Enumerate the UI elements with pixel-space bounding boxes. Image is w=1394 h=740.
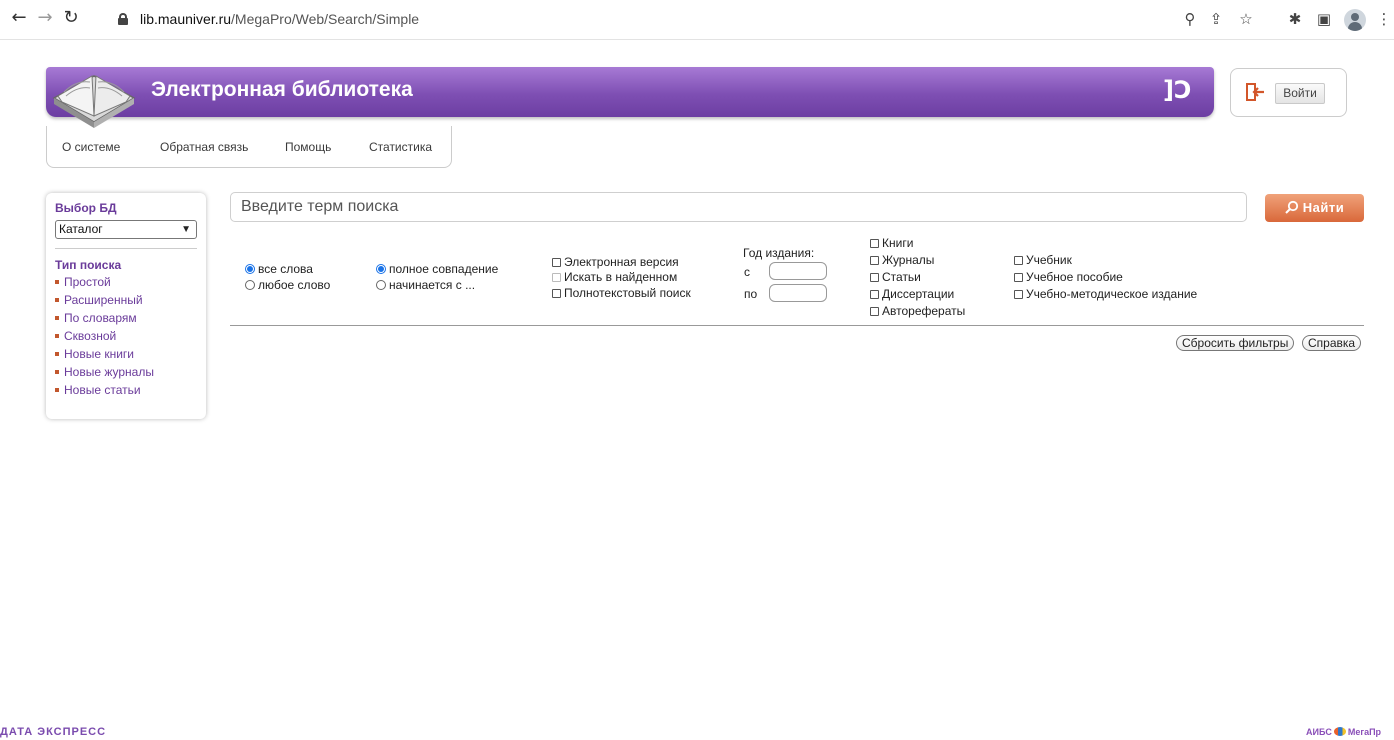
radio-checked-icon (376, 264, 386, 274)
checkbox-icon (870, 239, 879, 248)
checkbox-abstracts[interactable]: Авторефераты (870, 304, 965, 318)
bullet-icon (55, 315, 59, 320)
checkbox-icon (552, 289, 561, 298)
help-button[interactable]: Справка (1302, 335, 1362, 351)
checkbox-icon (1014, 273, 1023, 282)
search-icon (1285, 200, 1298, 214)
year-to-label: по (744, 287, 758, 301)
search-input[interactable]: Введите терм поиска (230, 192, 1247, 222)
checkbox-disabled-icon (552, 273, 561, 282)
bullet-icon (55, 279, 59, 284)
radio-checked-icon (245, 264, 255, 274)
checkbox-textbook[interactable]: Учебник (1014, 253, 1072, 267)
search-button[interactable]: Найти (1265, 194, 1364, 222)
checkbox-books[interactable]: Книги (870, 236, 913, 250)
zoom-icon[interactable]: ⚲ (1180, 10, 1200, 28)
checkbox-icon (870, 290, 879, 299)
bookmark-star-icon[interactable]: ☆ (1236, 10, 1256, 28)
forward-arrow-icon[interactable]: → (36, 9, 54, 27)
profile-avatar[interactable] (1344, 9, 1366, 31)
data-express-logo: ДАТА ЭКСПРЕСС (0, 726, 107, 738)
db-selection-title: Выбор БД (55, 201, 117, 215)
reload-icon[interactable]: ↻ (62, 9, 80, 27)
menu-item-help[interactable]: Помощь (285, 140, 331, 154)
checkbox-fulltext[interactable]: Полнотекстовый поиск (552, 286, 691, 300)
more-menu-icon[interactable]: ⋮ (1374, 10, 1394, 28)
year-from-input[interactable] (769, 262, 827, 280)
lock-icon (118, 13, 128, 25)
checkbox-search-in-found[interactable]: Искать в найденном (552, 270, 677, 284)
year-label: Год издания: (743, 246, 815, 260)
database-select[interactable]: Каталог ▼ (55, 220, 197, 239)
checkbox-methodical-edition[interactable]: Учебно-методическое издание (1014, 287, 1197, 301)
extensions-icon[interactable]: ✱ (1285, 10, 1305, 28)
checkbox-icon (870, 256, 879, 265)
login-door-icon[interactable] (1246, 83, 1266, 101)
checkbox-icon (552, 258, 561, 267)
radio-any-word[interactable]: любое слово (245, 278, 330, 292)
search-type-title: Тип поиска (55, 258, 122, 272)
login-button[interactable]: Войти (1275, 83, 1325, 104)
database-select-value: Каталог (59, 222, 103, 236)
checkbox-study-guide[interactable]: Учебное пособие (1014, 270, 1123, 284)
menu-item-about[interactable]: О системе (62, 140, 120, 154)
brand-logo-icon: ]Ↄ (1163, 76, 1192, 104)
app-title: Электронная библиотека (151, 78, 413, 101)
filters-divider (230, 325, 1364, 326)
url-text[interactable]: lib.mauniver.ru/MegaPro/Web/Search/Simpl… (140, 11, 419, 27)
radio-starts-with[interactable]: начинается с ... (376, 278, 475, 292)
sidebar-link-new-books[interactable]: Новые книги (55, 347, 134, 361)
checkbox-journals[interactable]: Журналы (870, 253, 934, 267)
bullet-icon (55, 333, 59, 338)
radio-all-words[interactable]: все слова (245, 262, 313, 276)
sidebar-link-cross[interactable]: Сквозной (55, 329, 116, 343)
menu-item-feedback[interactable]: Обратная связь (160, 140, 248, 154)
chevron-down-icon: ▼ (181, 224, 191, 235)
megapro-ball-icon (1333, 727, 1346, 736)
bullet-icon (55, 297, 59, 302)
megapro-logo: АИБС МегаПр (1306, 727, 1382, 737)
radio-unchecked-icon (245, 280, 255, 290)
checkbox-icon (1014, 290, 1023, 299)
sidebar-divider (55, 248, 197, 249)
checkbox-dissertations[interactable]: Диссертации (870, 287, 954, 301)
checkbox-icon (870, 307, 879, 316)
checkbox-electronic-version[interactable]: Электронная версия (552, 255, 679, 269)
radio-unchecked-icon (376, 280, 386, 290)
checkbox-articles[interactable]: Статьи (870, 270, 921, 284)
bullet-icon (55, 369, 59, 374)
bullet-icon (55, 351, 59, 356)
back-arrow-icon[interactable]: ← (10, 9, 28, 27)
year-to-input[interactable] (769, 284, 827, 302)
share-icon[interactable]: ⇪ (1206, 10, 1226, 28)
sidebar-link-simple[interactable]: Простой (55, 275, 111, 289)
checkbox-icon (1014, 256, 1023, 265)
checkbox-icon (870, 273, 879, 282)
radio-exact-match[interactable]: полное совпадение (376, 262, 498, 276)
bullet-icon (55, 387, 59, 392)
sidebar-link-dictionaries[interactable]: По словарям (55, 311, 137, 325)
sidebar-link-advanced[interactable]: Расширенный (55, 293, 143, 307)
open-book-logo-icon (52, 75, 136, 128)
sidebar-link-new-articles[interactable]: Новые статьи (55, 383, 141, 397)
menu-item-statistics[interactable]: Статистика (369, 140, 432, 154)
sidebar-link-new-journals[interactable]: Новые журналы (55, 365, 154, 379)
side-panel-icon[interactable]: ▣ (1314, 10, 1334, 28)
reset-filters-button[interactable]: Сбросить фильтры (1176, 335, 1295, 351)
year-from-label: с (744, 265, 750, 279)
